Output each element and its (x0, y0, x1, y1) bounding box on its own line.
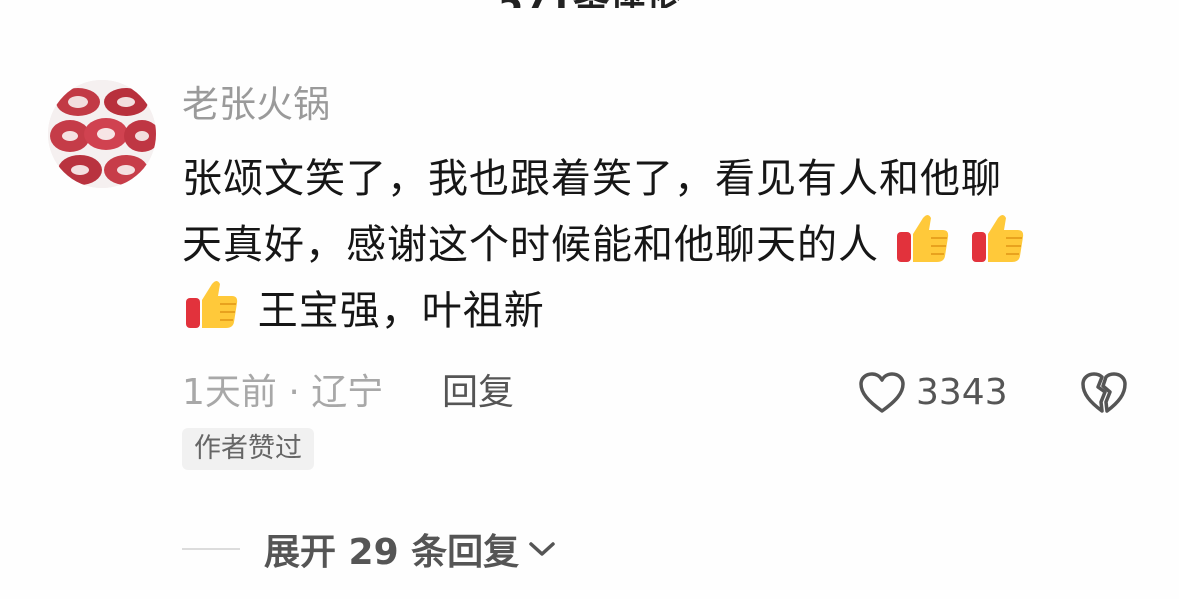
chevron-down-icon (527, 539, 557, 559)
heart-outline-icon (858, 371, 906, 415)
author-liked-badge: 作者赞过 (182, 428, 314, 470)
comment-count-title: 571条评论 (0, 0, 1179, 8)
expand-replies-button[interactable]: 展开 29 条回复 (182, 524, 557, 574)
comment-text-line: 王宝强，叶祖新 (182, 276, 1112, 342)
comment-username[interactable]: 老张火锅 (182, 80, 330, 130)
thumbs-up-emoji-icon (895, 210, 953, 268)
like-button[interactable]: 3343 (858, 368, 1008, 418)
comment-time-location: 1天前 · 辽宁 (182, 372, 384, 413)
avatar[interactable] (48, 80, 156, 188)
dislike-button[interactable] (1078, 368, 1130, 418)
comment-text-line: 天真好，感谢这个时候能和他聊天的人 (182, 210, 1112, 276)
divider-line (182, 548, 240, 550)
comment-text-line: 张颂文笑了，我也跟着笑了，看见有人和他聊 (182, 156, 1002, 202)
thumbs-up-emoji-icon (184, 276, 242, 334)
avatar-image (48, 80, 156, 188)
comment-text: 张颂文笑了，我也跟着笑了，看见有人和他聊 天真好，感谢这个时候能和他聊天的人 王… (182, 148, 1112, 342)
comment-text-segment: 天真好，感谢这个时候能和他聊天的人 (182, 222, 879, 268)
comment-text-segment: 王宝强，叶祖新 (257, 288, 545, 334)
like-count: 3343 (916, 372, 1008, 413)
thumbs-up-emoji-icon (970, 210, 1028, 268)
broken-heart-icon (1080, 371, 1128, 415)
comment-meta-row: 1天前 · 辽宁 回复 3343 (182, 368, 1142, 418)
expand-replies-label: 展开 29 条回复 (264, 532, 520, 573)
reply-button[interactable]: 回复 (442, 368, 514, 418)
